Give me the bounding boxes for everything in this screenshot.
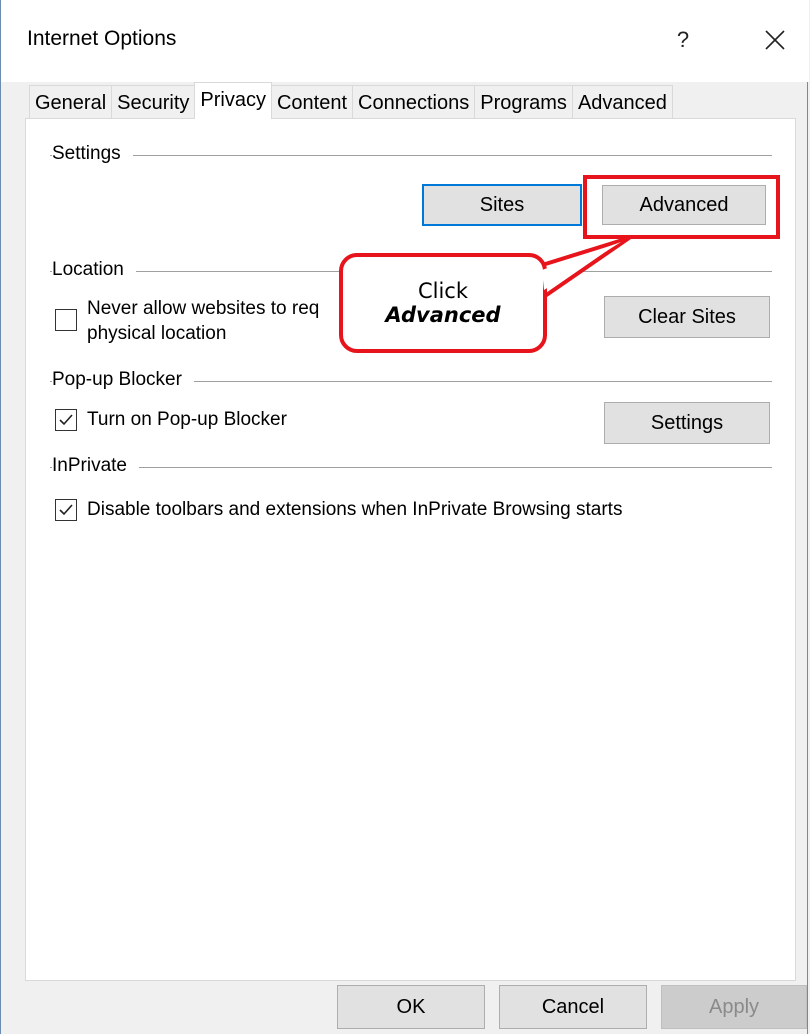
inprivate-divider <box>50 467 772 468</box>
callout-text-line2: Advanced <box>385 303 501 327</box>
tab-security[interactable]: Security <box>111 85 196 119</box>
ok-button[interactable]: OK <box>337 985 485 1029</box>
privacy-panel: Settings Sites Advanced Location Never a… <box>25 118 796 981</box>
internet-options-window: Internet Options ? General Security Priv… <box>0 0 809 1034</box>
callout-text-line1: Click <box>417 279 469 303</box>
settings-group-label: Settings <box>52 143 133 165</box>
help-button[interactable]: ? <box>663 20 703 60</box>
checkmark-icon <box>59 414 73 426</box>
popup-checkbox[interactable] <box>55 409 77 431</box>
popup-checkbox-label: Turn on Pop-up Blocker <box>87 409 287 430</box>
title-bar: Internet Options ? <box>1 0 809 82</box>
tab-advanced[interactable]: Advanced <box>571 85 673 119</box>
tab-content[interactable]: Content <box>270 85 354 119</box>
cancel-button[interactable]: Cancel <box>499 985 647 1029</box>
advanced-button[interactable]: Advanced <box>602 185 766 225</box>
tab-strip: General Security Privacy Content Connect… <box>29 82 673 119</box>
location-group-label: Location <box>52 259 136 281</box>
clear-sites-button[interactable]: Clear Sites <box>604 296 770 338</box>
checkmark-icon <box>59 504 73 516</box>
tab-general[interactable]: General <box>29 85 113 119</box>
popup-settings-button[interactable]: Settings <box>604 402 770 444</box>
callout-bubble: Click Advanced <box>339 253 547 353</box>
inprivate-checkbox[interactable] <box>55 499 77 521</box>
tab-connections[interactable]: Connections <box>352 85 476 119</box>
settings-divider <box>50 155 772 156</box>
window-title: Internet Options <box>27 27 177 50</box>
location-checkbox-label-line1: Never allow websites to req <box>87 298 320 319</box>
location-checkbox-label-line2: physical location <box>87 323 227 344</box>
inprivate-checkbox-label: Disable toolbars and extensions when InP… <box>87 499 623 520</box>
sites-button[interactable]: Sites <box>422 184 582 226</box>
popup-group-label: Pop-up Blocker <box>52 369 194 391</box>
close-icon[interactable] <box>755 20 795 60</box>
inprivate-group-label: InPrivate <box>52 455 139 477</box>
apply-button[interactable]: Apply <box>661 985 807 1029</box>
tab-privacy[interactable]: Privacy <box>194 82 272 119</box>
location-checkbox[interactable] <box>55 309 77 331</box>
tab-programs[interactable]: Programs <box>474 85 573 119</box>
